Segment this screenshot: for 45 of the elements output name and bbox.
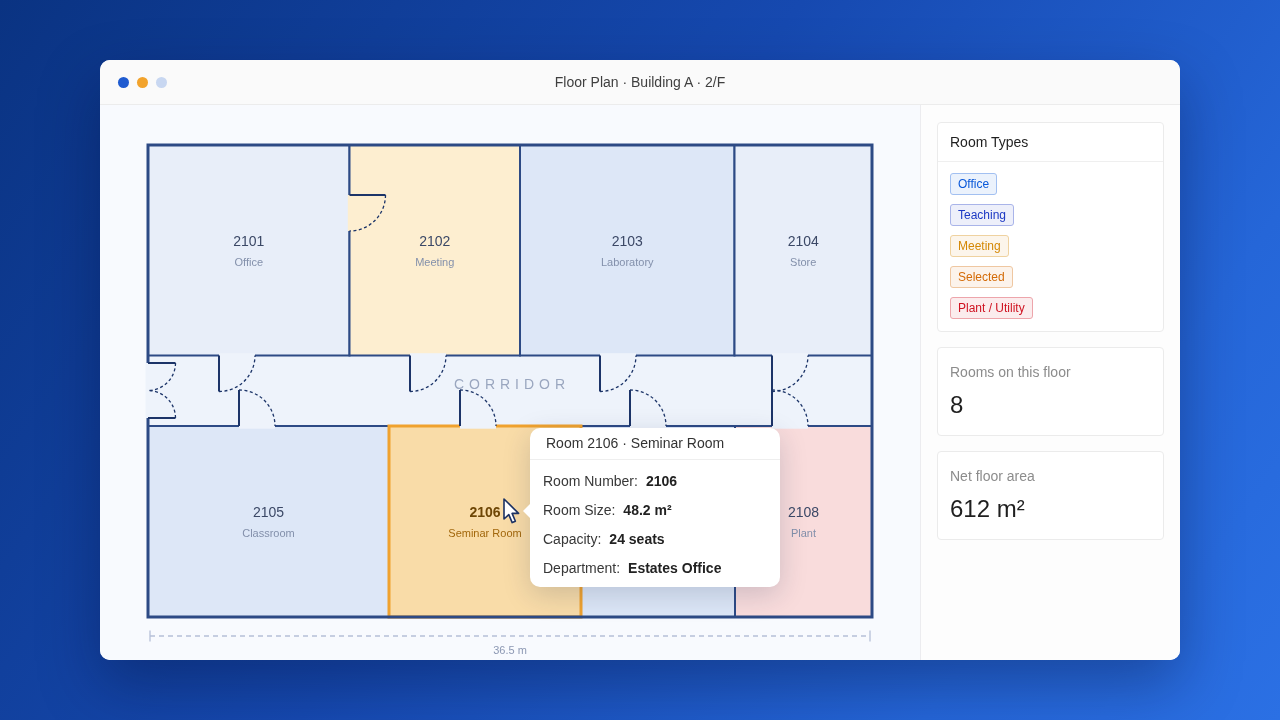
field-value: 2106 [645,472,678,489]
legend-tag: Plant / Utility [950,297,1033,319]
room-number: 2102 [419,232,451,249]
room[interactable] [147,425,390,618]
field-value: 48.2 m² [623,501,672,518]
field-label: Capacity: [543,530,602,547]
room-name: Laboratory [600,255,654,268]
legend-tag: Meeting [950,235,1009,257]
legend-tag: Office [950,173,998,195]
field-label: Department: [543,559,621,576]
room-name: Meeting [415,255,455,268]
room-number: 2106 [469,504,501,520]
tooltip-title: Room 2106 · Seminar Room [530,428,780,460]
room-name: Store [790,255,817,268]
legend-tag: Selected [950,266,1013,288]
room-number: 2101 [233,232,265,249]
room[interactable] [348,144,521,357]
room-number: 2103 [611,232,643,249]
stat-label: Net floor area [950,467,1036,486]
door-icon [348,194,387,232]
room-number: 2108 [787,504,820,520]
room[interactable] [733,144,873,357]
room-number: 2105 [252,504,285,520]
legend-tag: Teaching [950,204,1015,226]
room-name: Classroom [242,527,295,539]
room[interactable] [147,144,351,357]
stat-value: 612 m² [950,494,1026,524]
legend-title: Room Types [938,123,1163,162]
cursor-icon [503,498,521,524]
stat-label: Rooms on this floor [950,363,1072,382]
room-name: Seminar Room [448,527,522,539]
stat-value: 8 [950,390,965,420]
room-name: Office [234,255,263,268]
dimension-label: 36.5 m [493,644,527,656]
room-number: 2104 [787,232,819,249]
door-icon [147,389,177,419]
window-title: Floor Plan · Building A · 2/F [554,74,726,90]
window-control-icon[interactable] [118,76,129,88]
field-value: Estates Office [628,559,722,576]
field-value: 24 seats [609,530,665,547]
door-icon [147,362,177,392]
field-label: Room Number: [543,472,638,489]
room-name: Plant [790,527,817,539]
room[interactable] [519,144,736,357]
field-label: Room Size: [543,501,616,518]
